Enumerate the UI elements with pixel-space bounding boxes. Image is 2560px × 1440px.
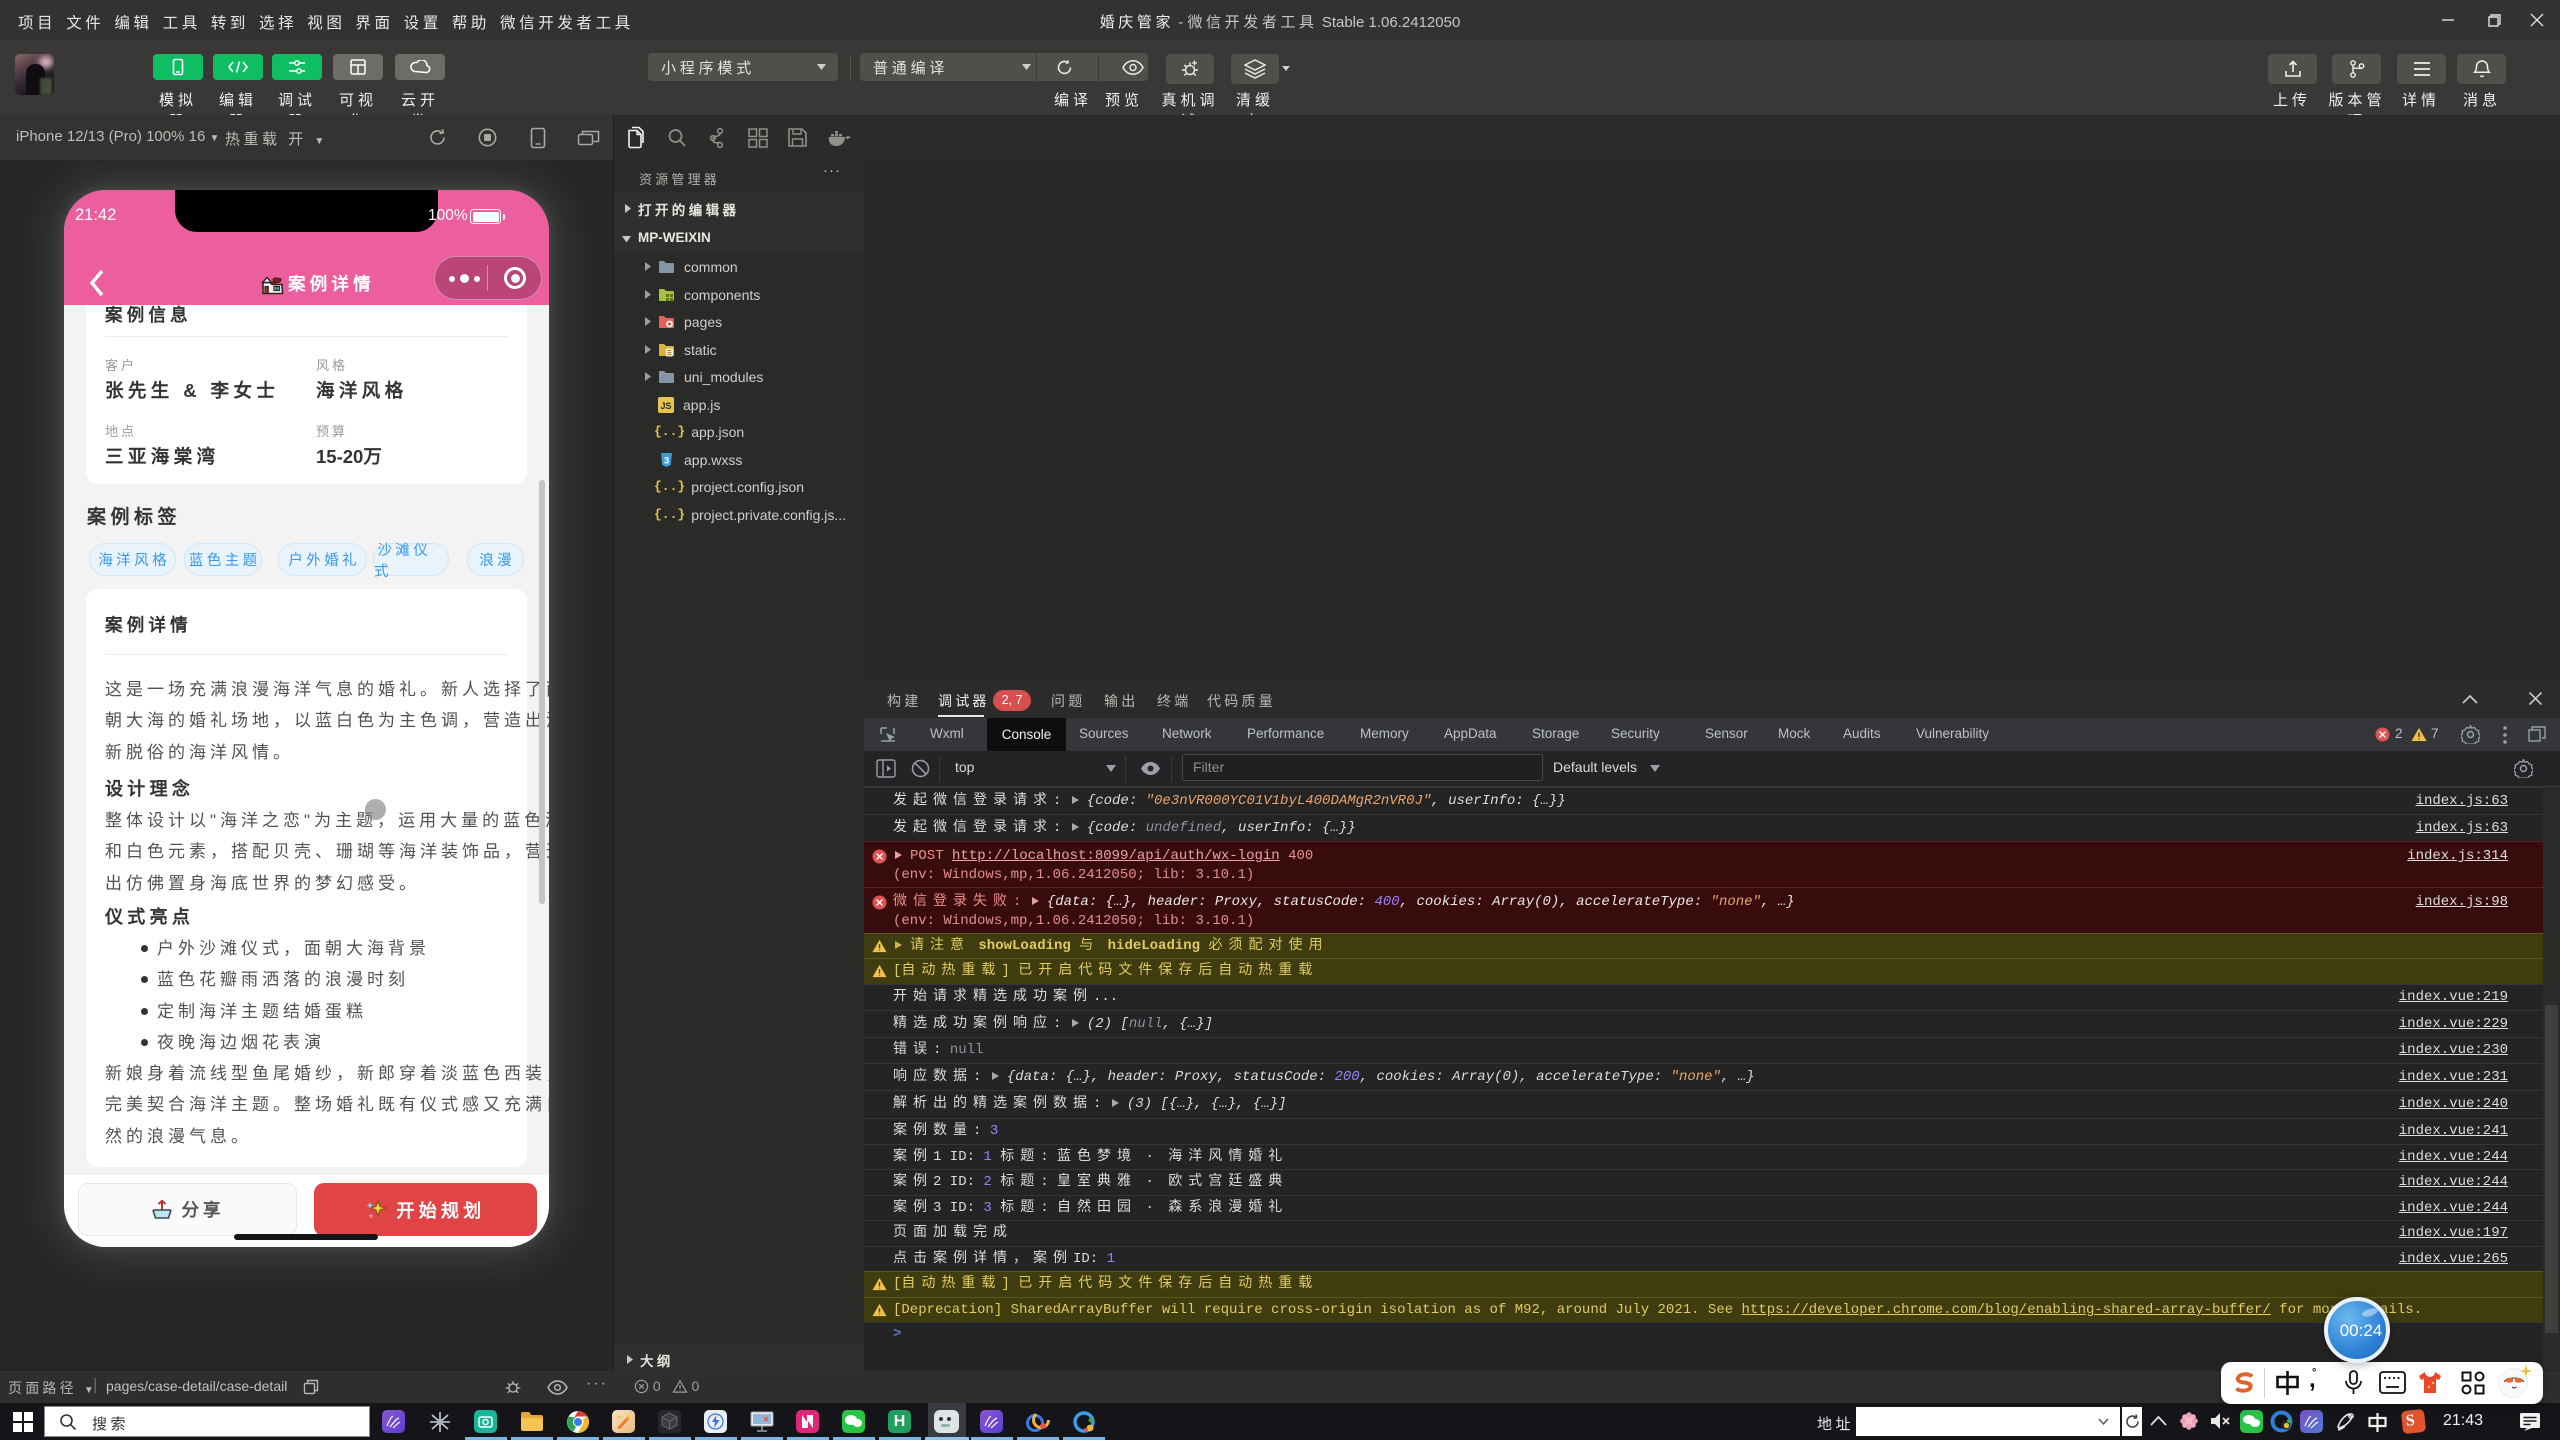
- svg-text:JS: JS: [660, 401, 671, 411]
- svg-text:3: 3: [664, 455, 669, 466]
